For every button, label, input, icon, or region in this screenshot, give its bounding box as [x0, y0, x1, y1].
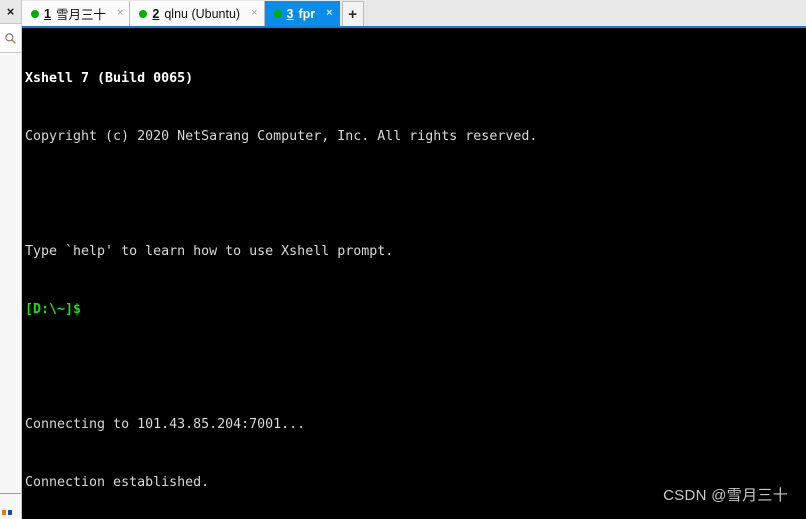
- plus-icon: +: [348, 5, 357, 23]
- status-indicator-orange-icon: [2, 510, 6, 515]
- left-sidebar: ×: [0, 0, 22, 519]
- sidebar-status-icons[interactable]: [0, 494, 21, 518]
- new-tab-button[interactable]: +: [341, 1, 364, 26]
- sidebar-search-button[interactable]: [0, 24, 21, 53]
- tab-close-icon[interactable]: ×: [326, 8, 332, 19]
- terminal-panel[interactable]: Xshell 7 (Build 0065) Copyright (c) 2020…: [22, 26, 806, 519]
- terminal-local-prompt: [D:\~]$: [25, 301, 82, 317]
- tab-index: 3: [286, 6, 294, 21]
- tab-index: 2: [152, 6, 160, 21]
- terminal-line: Connecting to 101.43.85.204:7001...: [25, 416, 306, 432]
- status-indicator-blue-icon: [8, 510, 12, 515]
- tab-bar: 1 雪月三十 × 2 qlnu (Ubuntu) × 3 fpr × +: [22, 0, 806, 26]
- sidebar-close-button[interactable]: ×: [0, 0, 21, 24]
- tab-close-icon[interactable]: ×: [251, 8, 257, 19]
- xshell-window: × 1 雪月三十 × 2 qlnu (Ubuntu) × 3 fpr × + X…: [0, 0, 806, 519]
- tab-label: fpr: [298, 6, 316, 21]
- tab-session-2[interactable]: 2 qlnu (Ubuntu) ×: [130, 1, 265, 26]
- terminal-line: Xshell 7 (Build 0065): [25, 71, 194, 87]
- connection-status-dot-icon: [31, 9, 39, 18]
- tab-label: qlnu (Ubuntu): [164, 6, 241, 21]
- tab-index: 1: [44, 6, 51, 21]
- connection-status-dot-icon: [139, 9, 148, 18]
- close-icon: ×: [6, 4, 15, 19]
- terminal-line: Type `help' to learn how to use Xshell p…: [25, 244, 394, 260]
- search-icon: [5, 32, 16, 44]
- tab-session-3[interactable]: 3 fpr ×: [264, 1, 340, 26]
- tab-label: 雪月三十: [55, 8, 106, 22]
- tab-close-icon[interactable]: ×: [117, 8, 123, 19]
- terminal-output: Xshell 7 (Build 0065) Copyright (c) 2020…: [22, 28, 806, 519]
- sidebar-panel: [0, 53, 21, 494]
- terminal-line: Connection established.: [25, 474, 210, 490]
- tab-session-1[interactable]: 1 雪月三十 ×: [22, 1, 131, 26]
- terminal-line: Copyright (c) 2020 NetSarang Computer, I…: [25, 129, 538, 144]
- connection-status-dot-icon: [273, 9, 282, 18]
